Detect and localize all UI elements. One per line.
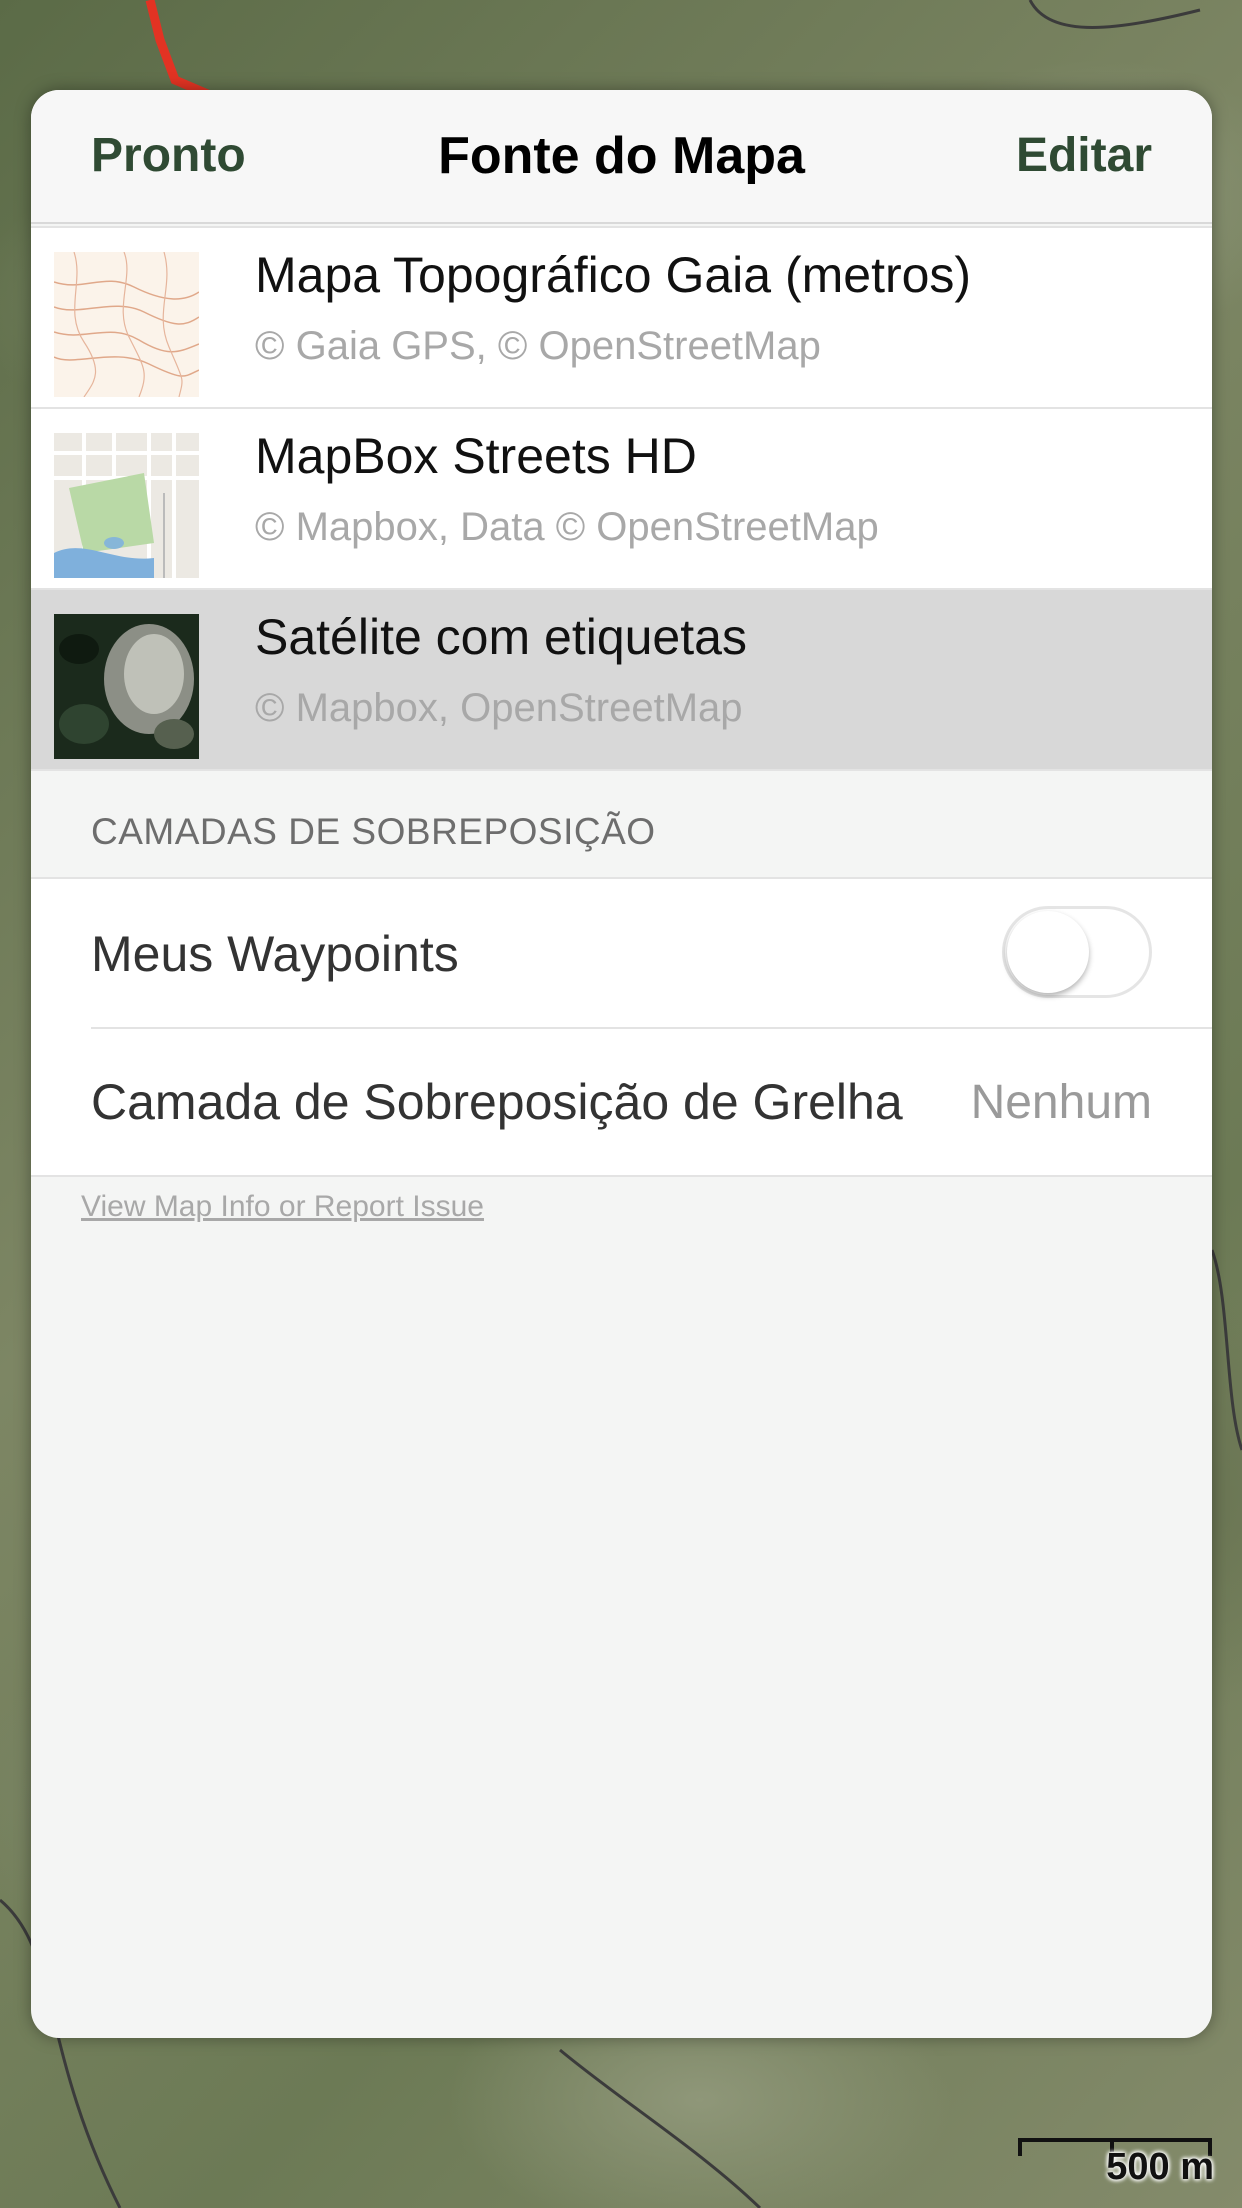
toggle-knob	[1007, 911, 1089, 993]
source-row-streets[interactable]: MapBox Streets HD © Mapbox, Data © OpenS…	[31, 409, 1212, 590]
scale-bar: 500 m	[1018, 2138, 1214, 2188]
source-title: MapBox Streets HD	[255, 428, 697, 484]
source-title: Satélite com etiquetas	[255, 609, 747, 665]
source-title: Mapa Topográfico Gaia (metros)	[255, 247, 972, 303]
source-attribution: © Mapbox, OpenStreetMap	[255, 686, 743, 730]
grid-overlay-value: Nenhum	[970, 1076, 1152, 1129]
satellite-map-thumbnail	[54, 614, 199, 759]
map-source-sheet: Pronto Fonte do Mapa Editar Mapa Topográ…	[31, 90, 1212, 2038]
streets-map-thumbnail	[54, 433, 199, 578]
source-attribution: © Gaia GPS, © OpenStreetMap	[255, 324, 821, 368]
navigation-bar: Pronto Fonte do Mapa Editar	[31, 90, 1212, 224]
map-source-list: Mapa Topográfico Gaia (metros) © Gaia GP…	[31, 226, 1212, 771]
grid-overlay-label: Camada de Sobreposição de Grelha	[91, 1074, 903, 1130]
waypoints-toggle[interactable]	[1002, 906, 1152, 998]
topo-map-thumbnail	[54, 252, 199, 397]
overlay-list: Meus Waypoints Camada de Sobreposição de…	[31, 879, 1212, 1177]
source-row-satellite[interactable]: Satélite com etiquetas © Mapbox, OpenStr…	[31, 590, 1212, 771]
source-row-topo[interactable]: Mapa Topográfico Gaia (metros) © Gaia GP…	[31, 228, 1212, 409]
section-header-label: CAMADAS DE SOBREPOSIÇÃO	[91, 811, 656, 852]
overlay-row-waypoints: Meus Waypoints	[31, 879, 1212, 1027]
edit-button[interactable]: Editar	[1016, 128, 1152, 183]
scale-label: 500 m	[1106, 2146, 1214, 2188]
map-info-link[interactable]: View Map Info or Report Issue	[81, 1190, 484, 1224]
overlay-row-grid[interactable]: Camada de Sobreposição de Grelha Nenhum	[31, 1027, 1212, 1175]
source-attribution: © Mapbox, Data © OpenStreetMap	[255, 505, 879, 549]
overlay-section-header: CAMADAS DE SOBREPOSIÇÃO	[31, 771, 1212, 879]
waypoints-label: Meus Waypoints	[91, 926, 459, 982]
